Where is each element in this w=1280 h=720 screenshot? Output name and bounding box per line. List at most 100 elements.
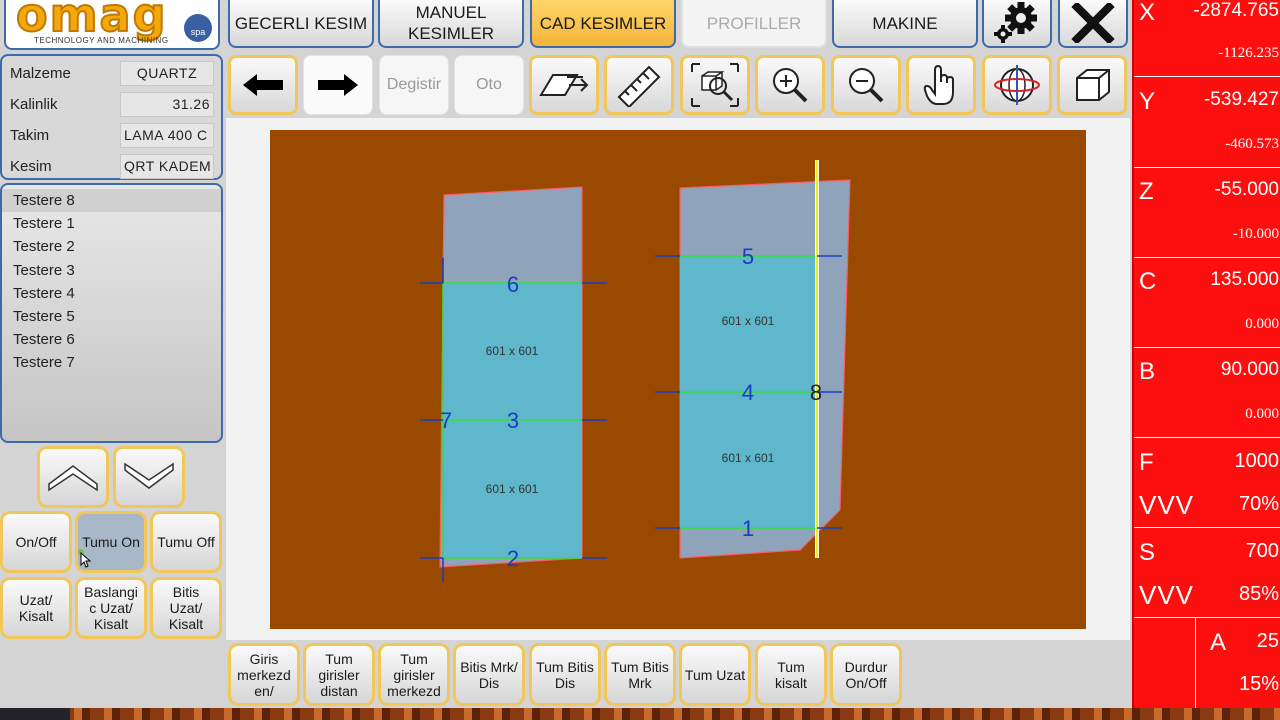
uzat-kisalt-button[interactable]: Uzat/ Kisalt [0,577,72,639]
tum-girisler-distan-button[interactable]: Tum girisler distan [303,643,375,706]
globe-rotate-icon [994,65,1040,105]
on-off-button[interactable]: On/Off [0,511,72,573]
forward-button[interactable] [303,55,373,115]
zoom-fit-icon [691,63,739,107]
list-item[interactable]: Testere 6 [2,328,221,351]
right-piece-bottom-size: 601 x 601 [722,451,775,465]
close-button[interactable] [1058,0,1128,48]
zoom-in-button[interactable] [755,55,825,115]
speed-cell: S 700 VVV 85% [1134,528,1280,618]
info-row-kalinlik: Kalinlik 31.26 [2,89,221,120]
info-row-takim: Takim LAMA 400 C [2,120,221,151]
a-axis-pct: 15% [1238,673,1279,695]
chevron-down-icon [124,462,174,489]
tab-label: GECERLI KESIM [234,13,368,33]
kesim-value: QRT KADEM [120,154,214,179]
ruler-button[interactable] [604,55,674,115]
zoom-out-button[interactable] [831,55,901,115]
tum-girisler-merkezden-button[interactable]: Tum girisler merkezd [378,643,450,706]
chevron-up-icon [48,465,98,492]
cad-drawing[interactable]: 601 x 601 601 x 601 6 7 3 2 601 x 601 60… [270,130,1086,629]
tumu-off-button[interactable]: Tumu Off [150,511,222,573]
axis-value: 90.000 [1220,359,1279,380]
list-item[interactable]: Testere 4 [2,282,221,305]
zoom-fit-button[interactable] [680,55,750,115]
baslangic-uzat-kisalt-button[interactable]: Baslangi c Uzat/ Kisalt [75,577,147,639]
tum-bitis-mrk-button[interactable]: Tum Bitis Mrk [604,643,676,706]
zoom-in-icon [773,68,808,103]
list-item[interactable]: Testere 5 [2,305,221,328]
settings-button[interactable] [982,0,1052,48]
pan-button[interactable] [906,55,976,115]
left-piece-bottom-size: 601 x 601 [486,482,539,496]
feed-label: F [1139,449,1154,476]
tum-bitis-dis-button[interactable]: Tum Bitis Dis [529,643,601,706]
axis-name: X [1139,0,1156,26]
axis-value: -55.000 [1214,179,1279,200]
omag-logo: omag spa TECHNOLOGY AND MACHINING [4,0,220,50]
eraser-button[interactable] [529,55,599,115]
oto-button[interactable]: Oto [454,55,524,115]
takim-value: LAMA 400 C [120,123,214,148]
tab-manuel-kesimler[interactable]: MANUEL KESIMLER [378,0,524,48]
move-down-button[interactable] [113,446,185,508]
degistir-button[interactable]: Degistir [379,55,449,115]
info-row-malzeme: Malzeme QUARTZ [2,58,221,89]
tab-cad-kesimler[interactable]: CAD KESIMLER [530,0,676,48]
mouse-cursor-icon [78,549,92,568]
axis-secondary: -1126.235 [1218,45,1279,61]
a-axis-cell: A 25 15% [1196,618,1280,708]
close-icon [1071,3,1115,43]
axis-value: -539.427 [1203,89,1279,110]
bitis-uzat-kisalt-button[interactable]: Bitis Uzat/ Kisalt [150,577,222,639]
feed-override-pct: 70% [1238,493,1279,515]
job-info-panel: Malzeme QUARTZ Kalinlik 31.26 Takim LAMA… [0,54,223,180]
left-piece-top-size: 601 x 601 [486,344,539,358]
cut-number-1: 1 [742,516,754,541]
logo-spa-badge: spa [184,14,212,42]
back-button[interactable] [228,55,298,115]
saw-list[interactable]: Testere 8 Testere 1 Testere 2 Testere 3 … [0,183,223,443]
tum-uzat-button[interactable]: Tum Uzat [679,643,751,706]
bitis-mrk-dis-button[interactable]: Bitis Mrk/ Dis [453,643,525,706]
oto-label: Oto [476,76,502,93]
view-3d-button[interactable] [1057,55,1127,115]
list-item[interactable]: Testere 1 [2,212,221,235]
axis-name: Z [1139,178,1154,205]
rotate-view-button[interactable] [982,55,1052,115]
list-item[interactable]: Testere 7 [2,351,221,374]
feed-value: 1000 [1234,450,1280,472]
hand-pointer-icon [923,64,954,105]
zoom-out-icon [849,68,884,103]
arrow-right-icon [318,74,358,96]
list-item[interactable]: Testere 3 [2,259,221,282]
degistir-label: Degistir [386,76,442,93]
feed-cell: F 1000 VVV 70% [1134,438,1280,528]
cut-number-4: 4 [742,380,754,405]
tab-makine[interactable]: MAKINE [832,0,978,48]
axis-b: B 90.000 0.000 [1134,348,1280,438]
move-up-button[interactable] [37,446,109,508]
giris-merkezden-button[interactable]: Giris merkezd en/ [228,643,300,706]
durdur-on-off-button[interactable]: Durdur On/Off [830,643,902,706]
info-label: Kesim [10,158,52,175]
axis-c: C 135.000 0.000 [1134,258,1280,348]
info-row-kesim: Kesim QRT KADEM [2,151,221,182]
slab-layout[interactable]: 601 x 601 601 x 601 6 7 3 2 601 x 601 60… [270,130,1086,629]
feed-override-label: VVV [1139,490,1195,520]
speed-label: S [1139,539,1156,566]
info-label: Malzeme [10,65,71,82]
gear-icon [994,2,1037,43]
cut-number-5: 5 [742,244,754,269]
info-label: Kalinlik [10,96,58,113]
axis-z: Z -55.000 -10.000 [1134,168,1280,258]
cut-number-8: 8 [810,380,822,405]
axis-name: Y [1139,88,1156,115]
tab-gecerli-kesim[interactable]: GECERLI KESIM [228,0,374,48]
tum-kisalt-button[interactable]: Tum kisalt [755,643,827,706]
list-item[interactable]: Testere 8 [2,189,221,213]
axis-secondary: 0.000 [1245,406,1279,422]
tab-profiller[interactable]: PROFILLER [681,0,827,48]
cad-cut-screen: omag spa TECHNOLOGY AND MACHINING GECERL… [0,0,1280,720]
list-item[interactable]: Testere 2 [2,235,221,258]
